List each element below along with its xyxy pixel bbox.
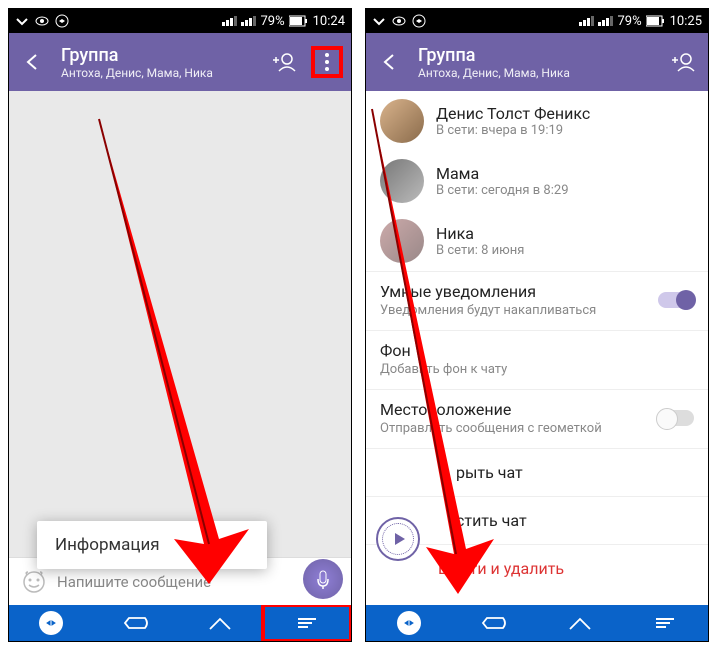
nav-bar [366,605,708,641]
teamviewer-icon [412,14,426,28]
member-row[interactable]: Мама В сети: сегодня в 8:29 [366,151,708,211]
chat-messages-area[interactable] [9,91,351,557]
setting-title: Местоположение [380,400,658,419]
setting-location[interactable]: Местоположение Отправлять сообщения с ге… [366,390,708,448]
avatar [380,159,424,203]
member-name: Мама [436,164,569,183]
nav-home[interactable] [178,605,263,641]
battery-icon [646,15,666,27]
member-row[interactable]: Денис Толст Феникс В сети: вчера в 19:19 [366,91,708,151]
more-options-button[interactable] [313,48,341,76]
member-status: В сети: вчера в 19:19 [436,123,590,138]
battery-percent: 79% [260,14,284,29]
voice-message-button[interactable] [303,559,343,599]
compose-placeholder: Напишите сообщение [57,573,211,591]
chat-title: Группа [418,45,656,66]
clock: 10:25 [670,14,702,29]
nav-back[interactable] [452,605,538,641]
setting-desc: Отправлять сообщения с геометкой [380,421,610,436]
signal-1-icon [579,16,594,26]
toggle-switch[interactable] [658,410,694,426]
member-name: Денис Толст Феникс [436,104,590,123]
avatar [380,99,424,143]
chat-title: Группа [61,45,257,66]
battery-percent: 79% [617,14,641,29]
add-member-button[interactable] [670,48,698,76]
back-button[interactable] [376,48,404,76]
dropdown-icon [15,14,29,28]
setting-title: Фон [380,341,694,360]
chat-subtitle: Антоха, Денис, Мама, Ника [61,66,257,80]
nav-teamviewer[interactable] [366,605,452,641]
toggle-switch[interactable] [658,292,694,308]
signal-2-icon [598,16,613,26]
nav-recent[interactable] [623,605,709,641]
play-button[interactable] [376,517,420,561]
member-row[interactable]: Ника В сети: 8 июня [366,211,708,271]
teamviewer-icon [55,14,69,28]
nav-recent[interactable] [263,605,352,641]
app-bar: Группа Антоха, Денис, Мама, Ника [366,33,708,91]
member-name: Ника [436,224,524,243]
signal-2-icon [241,16,256,26]
member-status: В сети: 8 июня [436,243,524,258]
menu-item-info[interactable]: Информация [55,535,249,555]
action-leave-delete[interactable]: Выйти и удалить [366,545,708,592]
sticker-icon[interactable] [21,569,47,595]
status-bar: 79% 10:25 [366,9,708,33]
back-button[interactable] [19,48,47,76]
action-hide-chat[interactable]: рыть чат [366,449,708,496]
setting-title: Умные уведомления [380,282,658,301]
nav-back[interactable] [94,605,179,641]
screenshot-left: 79% 10:24 Группа Антоха, Денис, Мама, Ни… [8,8,352,642]
signal-1-icon [222,16,237,26]
nav-home[interactable] [537,605,623,641]
eye-icon [392,14,406,28]
screenshot-right: 79% 10:25 Группа Антоха, Денис, Мама, Ни… [365,8,709,642]
nav-teamviewer[interactable] [9,605,94,641]
chat-subtitle: Антоха, Денис, Мама, Ника [418,66,656,80]
battery-icon [289,15,309,27]
eye-icon [35,14,49,28]
setting-background[interactable]: Фон Добавить фон к чату [366,331,708,389]
add-member-button[interactable] [271,48,299,76]
setting-smart-notifications[interactable]: Умные уведомления Уведомления будут нака… [366,272,708,330]
context-menu: Информация [37,521,267,569]
dropdown-icon [372,14,386,28]
member-status: В сети: сегодня в 8:29 [436,183,569,198]
nav-bar [9,605,351,641]
avatar [380,219,424,263]
setting-desc: Добавить фон к чату [380,362,610,377]
status-bar: 79% 10:24 [9,9,351,33]
setting-desc: Уведомления будут накапливаться [380,303,610,318]
app-bar: Группа Антоха, Денис, Мама, Ника [9,33,351,91]
clock: 10:24 [313,14,345,29]
